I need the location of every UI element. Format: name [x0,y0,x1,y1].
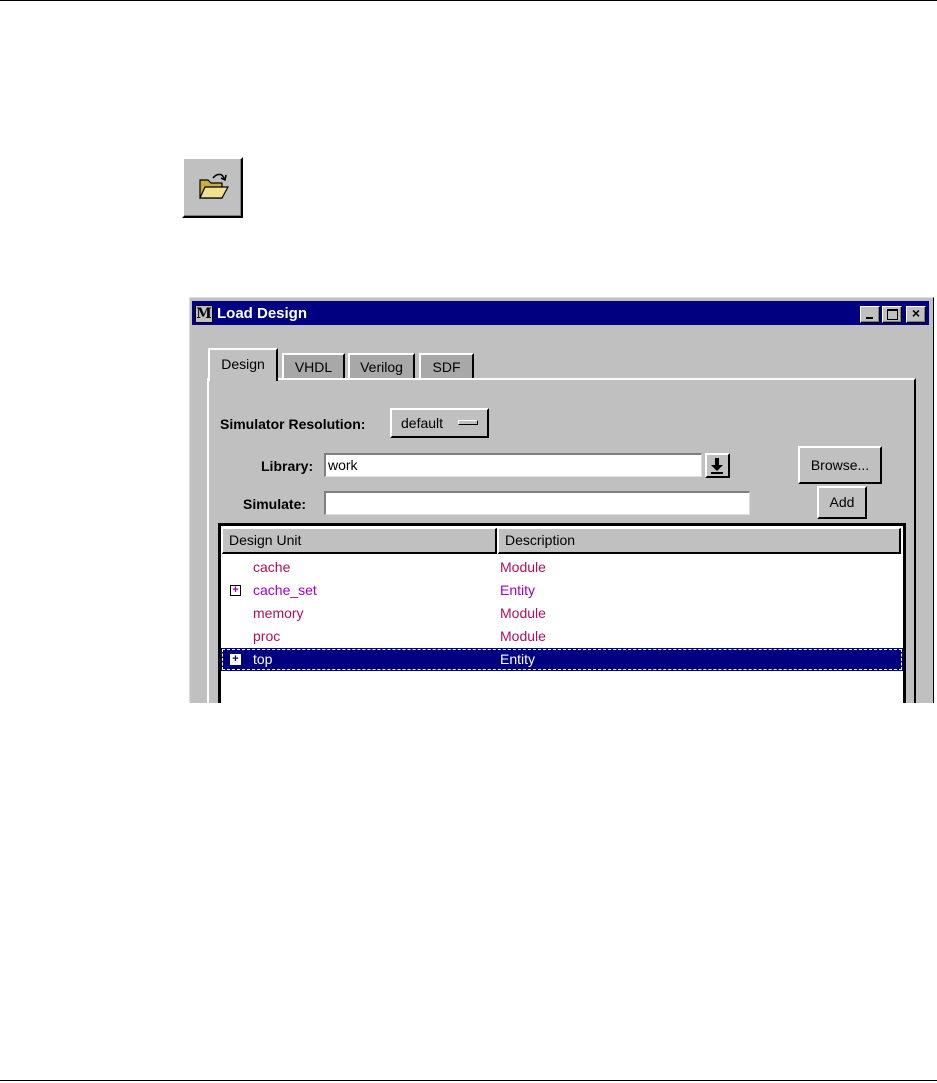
simulator-resolution-label: Simulator Resolution: [220,416,366,432]
simulate-label: Simulate: [243,496,307,512]
close-button[interactable]: × [906,305,926,323]
tab-design[interactable]: Design [208,348,278,381]
page-top-rule [0,0,937,1]
simulator-resolution-value: default [401,415,444,431]
browse-button[interactable]: Browse... [798,446,882,484]
list-item[interactable]: cache Module [221,556,903,579]
page-bottom-rule [0,1080,937,1081]
library-dropdown-button[interactable] [705,453,730,478]
tab-sdf[interactable]: SDF [419,353,474,380]
dialog-titlebar[interactable]: M Load Design × [192,301,929,325]
list-item[interactable]: memory Module [221,602,903,625]
tab-vhdl[interactable]: VHDL [282,353,345,380]
tab-verilog[interactable]: Verilog [348,353,415,380]
minimize-button[interactable] [860,306,880,323]
design-unit-description: Module [500,628,546,644]
design-unit-name: memory [253,605,304,621]
minimize-icon [866,317,873,319]
add-button[interactable]: Add [817,486,867,519]
simulator-resolution-select[interactable]: default [390,408,489,438]
list-item[interactable]: + cache_set Entity [221,579,903,602]
column-header-description[interactable]: Description [498,528,901,554]
down-arrow-icon [711,458,723,474]
list-item-selected[interactable]: + top Entity [221,648,903,671]
library-field[interactable]: work [324,453,702,477]
open-design-toolbar-button[interactable] [182,157,243,218]
design-unit-name: top [253,651,273,667]
open-folder-icon [199,173,229,199]
list-item[interactable]: proc Module [221,625,903,648]
option-menu-indicator-icon [458,420,478,425]
dialog-title: Load Design [217,305,308,322]
design-unit-description: Module [500,559,546,575]
design-unit-list[interactable]: Design Unit Description cache Module + c… [218,523,906,703]
app-logo-icon: M [195,305,213,323]
simulate-field[interactable] [324,491,750,515]
maximize-button[interactable] [882,306,902,323]
design-unit-name: cache [253,559,291,575]
load-design-dialog: M Load Design × Design VHDL Verilog SDF … [189,297,934,703]
design-unit-name: cache_set [253,582,317,598]
library-label: Library: [261,458,314,474]
design-unit-description: Entity [500,582,536,598]
design-unit-description: Module [500,605,546,621]
maximize-icon [887,309,898,320]
design-unit-description: Entity [500,651,536,667]
design-unit-name: proc [253,628,281,644]
expand-icon[interactable]: + [230,654,241,665]
column-header-design-unit[interactable]: Design Unit [222,528,497,554]
close-icon: × [911,305,921,321]
expand-icon[interactable]: + [230,585,241,596]
